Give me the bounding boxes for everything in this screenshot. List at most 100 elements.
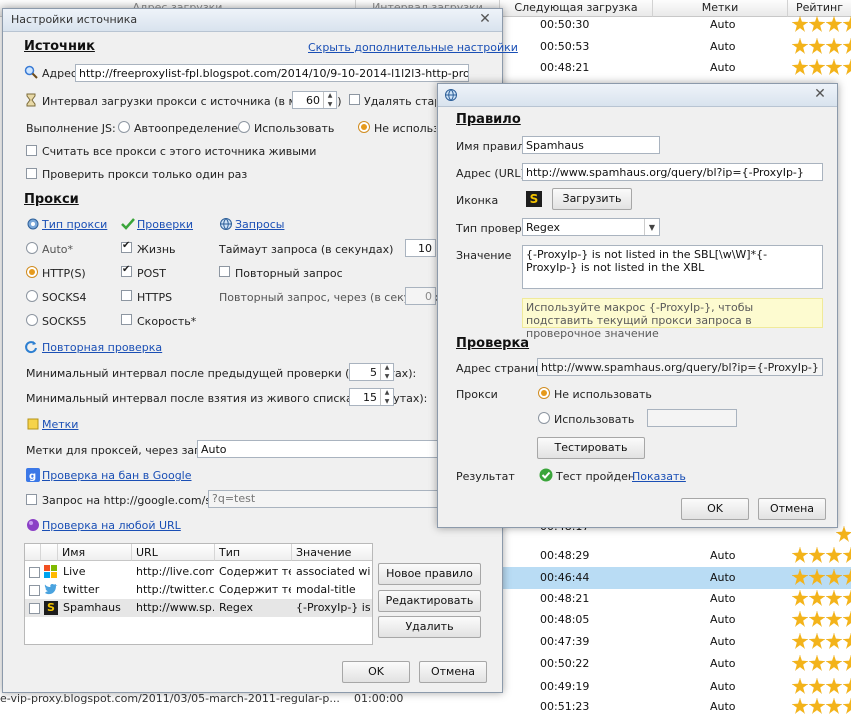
proxy-type-http-radio[interactable] bbox=[26, 266, 38, 278]
js-auto-radio[interactable] bbox=[118, 121, 130, 133]
interval-value: 60 bbox=[306, 94, 320, 107]
recheck-link[interactable]: Повторная проверка bbox=[42, 341, 162, 354]
proxy-type-socks4-radio[interactable] bbox=[26, 290, 38, 302]
source-cancel-button[interactable]: Отмена bbox=[419, 661, 487, 683]
show-result-link[interactable]: Показать bbox=[632, 470, 686, 483]
star-icon bbox=[809, 38, 825, 54]
stepper-arrows-icon[interactable]: ▲ ▼ bbox=[323, 92, 336, 108]
table-row[interactable]: 00:51:23 Auto bbox=[500, 696, 851, 718]
consider-alive-checkbox[interactable] bbox=[26, 145, 37, 156]
proxy-types-link[interactable]: Тип прокси bbox=[42, 218, 107, 231]
min-live-stepper[interactable]: 15 ▲ ▼ bbox=[349, 388, 394, 406]
repeat-after-input[interactable]: 0 bbox=[405, 287, 436, 305]
proxy-type-auto-radio[interactable] bbox=[26, 242, 38, 254]
edit-rule-button[interactable]: Редактировать bbox=[378, 590, 481, 612]
row-checkbox[interactable] bbox=[29, 567, 40, 578]
table-row[interactable]: 00:50:53 Auto bbox=[500, 36, 851, 58]
stepper-arrows-icon[interactable]: ▲ ▼ bbox=[380, 364, 393, 380]
test-button[interactable]: Тестировать bbox=[537, 437, 645, 459]
timeout-input[interactable]: 10 bbox=[405, 239, 436, 257]
check-once-checkbox[interactable] bbox=[26, 168, 37, 179]
row-checkbox[interactable] bbox=[29, 603, 40, 614]
js-label: Выполнение JS: bbox=[26, 122, 116, 135]
hide-extra-settings-link[interactable]: Скрыть дополнительные настройки bbox=[308, 41, 518, 54]
close-icon[interactable]: ✕ bbox=[472, 10, 498, 28]
value-textarea[interactable]: {-ProxyIp-} is not listed in the SBL[\w\… bbox=[522, 245, 823, 289]
rule-name-input[interactable]: Spamhaus bbox=[522, 136, 660, 154]
js-use-radio[interactable] bbox=[238, 121, 250, 133]
source-dialog-titlebar[interactable]: Настройки источника ✕ bbox=[3, 9, 502, 32]
table-row[interactable]: 00:48:05 Auto bbox=[500, 609, 851, 631]
row-tag: Auto bbox=[710, 40, 736, 53]
star-icon bbox=[792, 611, 808, 627]
address-input[interactable]: http://freeproxylist-fpl.blogspot.com/20… bbox=[75, 64, 469, 82]
check-post-checkbox[interactable] bbox=[121, 264, 132, 277]
table-row[interactable]: 00:50:22 Auto bbox=[500, 653, 851, 675]
rule-cancel-button[interactable]: Отмена bbox=[758, 498, 826, 520]
load-icon-button[interactable]: Загрузить bbox=[552, 188, 632, 210]
table-row[interactable]: 00:48:29 Auto bbox=[500, 545, 851, 567]
rating-stars bbox=[792, 569, 851, 587]
table-row[interactable]: twitter http://twitter.c... Содержит тек… bbox=[25, 581, 372, 599]
table-row[interactable]: 00:48:21 Auto bbox=[500, 588, 851, 610]
row-name: Spamhaus bbox=[63, 601, 121, 614]
proxy-type-socks5-label: SOCKS5 bbox=[42, 315, 87, 328]
source-ok-button[interactable]: OK bbox=[342, 661, 410, 683]
table-row[interactable]: 00:46:44 Auto bbox=[500, 567, 851, 589]
row-value: {-ProxyIp-} is ... bbox=[296, 601, 370, 614]
delete-rule-button[interactable]: Удалить bbox=[378, 616, 481, 638]
url-input[interactable]: http://www.spamhaus.org/query/bl?ip={-Pr… bbox=[522, 163, 823, 181]
js-dont-use-radio[interactable] bbox=[358, 121, 370, 133]
proxy-address-input[interactable] bbox=[647, 409, 737, 427]
table-row[interactable]: 00:50:30 Auto bbox=[500, 14, 851, 36]
star-icon bbox=[826, 59, 842, 75]
star-icon bbox=[809, 569, 825, 585]
new-rule-button[interactable]: Новое правило bbox=[378, 563, 481, 585]
check-alive-checkbox[interactable] bbox=[121, 240, 132, 253]
checkmark-icon bbox=[121, 218, 135, 230]
check-https-checkbox[interactable] bbox=[121, 290, 132, 301]
delete-old-checkbox[interactable] bbox=[349, 94, 360, 105]
table-row[interactable]: S Spamhaus http://www.sp... Regex {-Prox… bbox=[25, 599, 372, 617]
star-icon bbox=[809, 698, 825, 714]
row-url: http://live.com bbox=[136, 565, 214, 578]
grid-header-url[interactable]: URL bbox=[132, 544, 215, 561]
min-prev-stepper[interactable]: 5 ▲ ▼ bbox=[349, 363, 394, 381]
rule-ok-button[interactable]: OK bbox=[681, 498, 749, 520]
table-row[interactable]: 00:49:19 Auto bbox=[500, 676, 851, 698]
interval-stepper[interactable]: 60 ▲ ▼ bbox=[292, 91, 337, 109]
tags-input[interactable]: Auto bbox=[197, 440, 441, 458]
proxy-use-radio[interactable] bbox=[538, 412, 550, 424]
close-icon[interactable]: ✕ bbox=[807, 85, 833, 103]
requests-link[interactable]: Запросы bbox=[235, 218, 284, 231]
js-use-label: Использовать bbox=[254, 122, 335, 135]
rule-dialog-titlebar[interactable]: ✕ bbox=[438, 84, 837, 107]
checks-link[interactable]: Проверки bbox=[137, 218, 193, 231]
table-row[interactable]: 00:48:21 Auto bbox=[500, 57, 851, 79]
rating-stars bbox=[792, 59, 851, 77]
chevron-down-icon[interactable]: ▼ bbox=[644, 219, 659, 235]
repeat-request-checkbox[interactable] bbox=[219, 266, 230, 277]
consider-alive-label: Считать все прокси с этого источника жив… bbox=[42, 145, 317, 158]
any-url-link[interactable]: Проверка на любой URL bbox=[42, 519, 181, 532]
grid-header-type[interactable]: Тип bbox=[215, 544, 292, 561]
star-icon bbox=[809, 611, 825, 627]
proxy-type-socks5-radio[interactable] bbox=[26, 314, 38, 326]
tags-link[interactable]: Метки bbox=[42, 418, 78, 431]
success-check-icon bbox=[539, 468, 553, 482]
table-row[interactable]: Live http://live.com Содержит текст asso… bbox=[25, 563, 372, 581]
stepper-arrows-icon[interactable]: ▲ ▼ bbox=[380, 389, 393, 405]
google-query-input[interactable] bbox=[208, 490, 441, 508]
rating-stars bbox=[792, 678, 851, 696]
grid-header-name[interactable]: Имя bbox=[58, 544, 132, 561]
proxy-none-radio[interactable] bbox=[538, 387, 550, 399]
grid-header-value[interactable]: Значение bbox=[292, 544, 372, 561]
check-type-select[interactable]: Regex ▼ bbox=[522, 218, 660, 236]
google-request-checkbox[interactable] bbox=[26, 494, 37, 505]
star-icon bbox=[792, 38, 808, 54]
row-checkbox[interactable] bbox=[29, 585, 40, 596]
google-ban-link[interactable]: Проверка на бан в Google bbox=[42, 469, 192, 482]
page-address-input[interactable]: http://www.spamhaus.org/query/bl?ip={-Pr… bbox=[537, 358, 823, 376]
check-speed-checkbox[interactable] bbox=[121, 314, 132, 325]
table-row[interactable]: 00:47:39 Auto bbox=[500, 631, 851, 653]
